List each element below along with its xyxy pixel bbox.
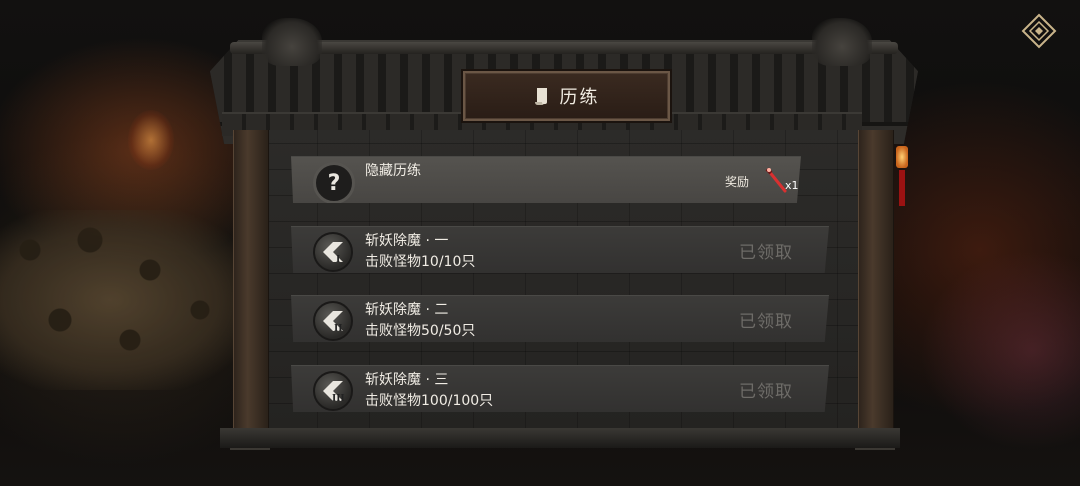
tier-badge-icon: I [313, 232, 353, 272]
roof-ridge [230, 42, 898, 54]
reward-label: 奖励 [725, 175, 750, 189]
title-plaque: 历练 [463, 71, 670, 121]
diamond-menu-icon [1021, 13, 1057, 49]
pillar-left [233, 130, 269, 445]
task-progress: 击败怪物100/100只 [365, 393, 494, 409]
tier-3-icon: III [323, 381, 345, 404]
claimed-status: 已领取 [739, 243, 793, 263]
stone-floor [220, 428, 900, 448]
claimed-status: 已领取 [739, 312, 793, 332]
creature-decoration [920, 250, 1080, 450]
roof-dragon-right [812, 18, 872, 66]
svg-text:III: III [332, 394, 345, 404]
torch-glow [128, 110, 174, 170]
hidden-task-row[interactable]: ? 隐藏历练 奖励 x1 [291, 156, 801, 203]
leopard-decoration [0, 210, 250, 390]
corner-menu-button[interactable] [1020, 12, 1058, 50]
claimed-status: 已领取 [739, 382, 793, 402]
svg-text:I: I [336, 255, 340, 265]
page-title: 历练 [559, 87, 600, 108]
task-name: 斩妖除魔 · 一 [365, 233, 449, 249]
question-mark-icon: ? [313, 162, 355, 203]
lantern-icon [896, 146, 908, 168]
tier-2-icon: II [323, 311, 343, 334]
task-row[interactable]: II 斩妖除魔 · 二 击败怪物50/50只 已领取 [291, 295, 829, 342]
task-row[interactable]: III 斩妖除魔 · 三 击败怪物100/100只 已领取 [291, 365, 829, 412]
roof-dragon-left [262, 18, 322, 66]
tier-badge-icon: II [313, 301, 353, 341]
svg-text:II: II [334, 324, 342, 334]
hidden-task-name: 隐藏历练 [365, 163, 421, 179]
task-progress: 击败怪物10/10只 [365, 254, 476, 270]
tier-1-icon: I [323, 242, 343, 265]
task-row[interactable]: I 斩妖除魔 · 一 击败怪物10/10只 已领取 [291, 226, 829, 273]
red-tassel [899, 170, 905, 206]
pillar-right [858, 130, 894, 445]
task-progress: 击败怪物50/50只 [365, 323, 476, 339]
task-name: 斩妖除魔 · 三 [365, 372, 449, 388]
reward-count: x1 [785, 179, 799, 192]
tier-badge-icon: III [313, 371, 353, 411]
scroll-icon [534, 88, 547, 105]
task-name: 斩妖除魔 · 二 [365, 302, 449, 318]
